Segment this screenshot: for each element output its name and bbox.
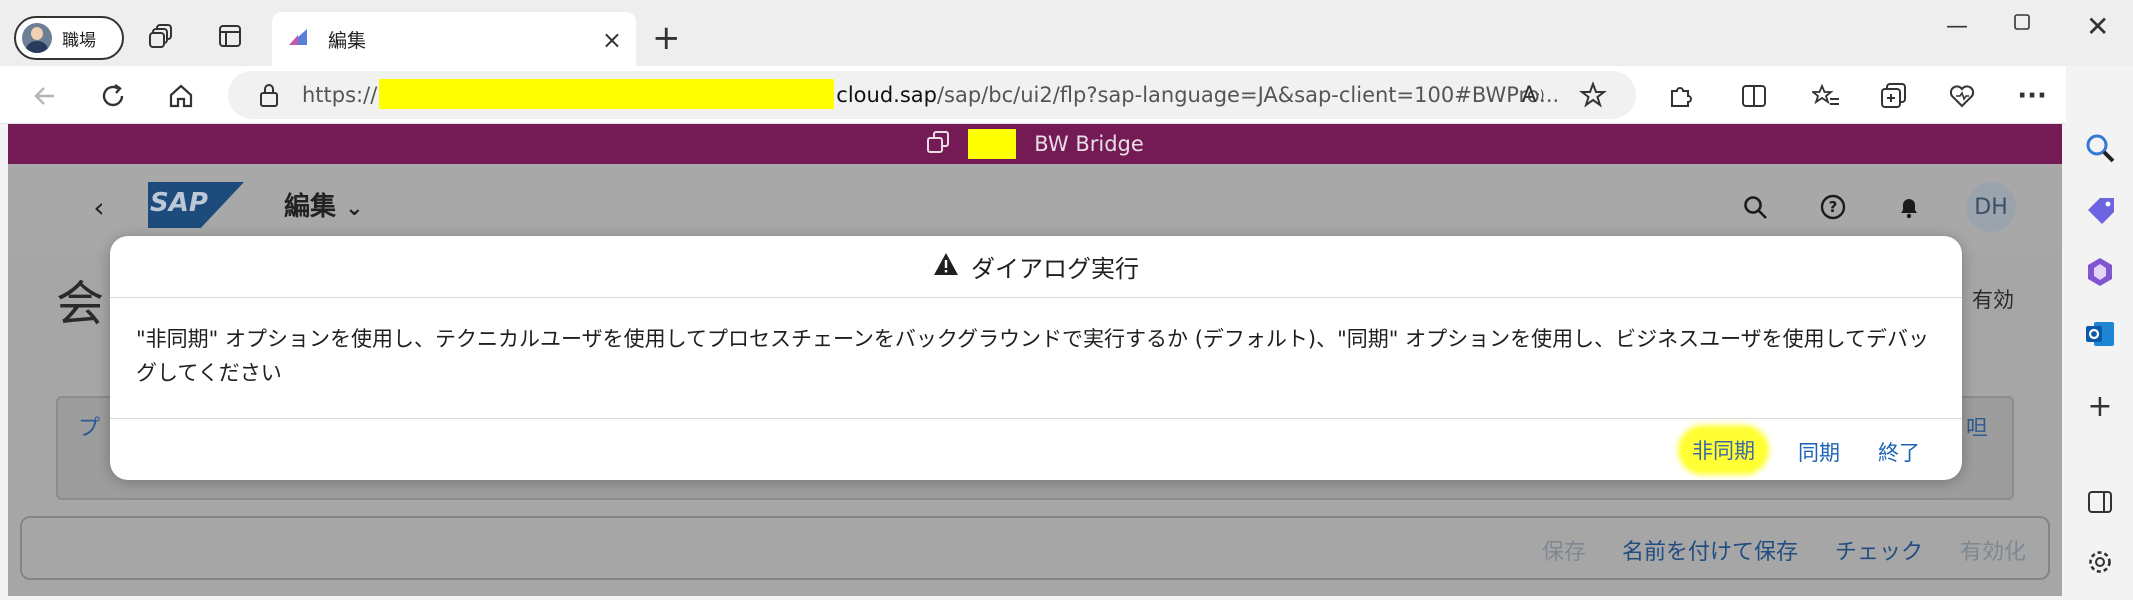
tab-strip: 職場 編集 × + — ✕ — [0, 0, 2133, 66]
split-screen-icon[interactable] — [1740, 82, 1768, 110]
profile-button[interactable]: 職場 — [14, 16, 124, 60]
card-tab-right[interactable]: 呾 — [1966, 410, 1988, 442]
favorites-list-icon[interactable] — [1812, 82, 1840, 110]
add-sidebar-app-icon[interactable]: + — [2084, 389, 2116, 424]
vertical-tabs-icon[interactable] — [216, 22, 244, 50]
copy-icon — [926, 130, 950, 159]
collections-icon[interactable] — [1880, 82, 1908, 110]
url-domain: cloud.sap — [836, 83, 937, 107]
notifications-bell-icon[interactable] — [1894, 192, 1924, 222]
shell-title: 編集 — [284, 192, 337, 222]
card-tab-left[interactable]: プ — [78, 410, 100, 442]
sync-button[interactable]: 同期 — [1798, 437, 1840, 467]
browser-sidebar: + — [2066, 66, 2133, 600]
object-status: 有効 — [1972, 288, 2014, 312]
home-icon[interactable] — [166, 81, 196, 111]
workspaces-icon[interactable] — [148, 22, 176, 50]
url-redaction — [379, 79, 835, 109]
maximize-icon[interactable] — [2012, 12, 2032, 38]
microsoft365-icon[interactable] — [2084, 256, 2116, 288]
outlook-icon[interactable] — [2084, 318, 2116, 350]
lock-icon[interactable] — [254, 80, 284, 110]
object-title: 会 — [56, 276, 105, 332]
browser-essentials-icon[interactable] — [1948, 82, 1976, 110]
system-name-redaction — [968, 129, 1017, 159]
sidebar-toggle-icon[interactable] — [2084, 486, 2116, 518]
user-avatar[interactable]: DH — [1966, 182, 2016, 232]
dialog-title: ダイアログ実行 — [971, 255, 1139, 283]
search-sidebar-icon[interactable] — [2084, 132, 2116, 164]
save-as-button[interactable]: 名前を付けて保存 — [1622, 534, 1798, 566]
dialog-footer: 非同期 同期 終了 — [110, 418, 1962, 480]
close-window-icon[interactable]: ✕ — [2086, 10, 2109, 43]
execute-dialog: ダイアログ実行 "非同期" オプションを使用し、テクニカルユーザを使用してプロセ… — [110, 236, 1962, 480]
close-tab-icon[interactable]: × — [602, 26, 622, 54]
system-banner: BW Bridge — [8, 124, 2062, 164]
url-text: https:// cloud.sap/sap/bc/ui2/flp?sap-lan… — [302, 79, 1560, 109]
save-button[interactable]: 保存 — [1542, 534, 1586, 566]
shopping-tag-icon[interactable] — [2084, 196, 2116, 228]
more-menu-icon[interactable]: ··· — [2017, 81, 2047, 111]
banner-text: BW Bridge — [1034, 132, 1144, 156]
read-aloud-icon[interactable]: A ᐧ) — [1518, 80, 1548, 110]
extensions-icon[interactable] — [1666, 82, 1694, 110]
tab-edit[interactable]: 編集 × — [272, 12, 636, 66]
settings-gear-icon[interactable] — [2084, 546, 2116, 578]
sap-logo[interactable]: SAP — [148, 182, 244, 228]
tab-title: 編集 — [328, 29, 367, 52]
minimize-icon[interactable]: — — [1946, 14, 1968, 39]
dialog-header: ダイアログ実行 — [110, 236, 1962, 298]
url-prefix: https:// — [302, 83, 378, 107]
shell-title-menu[interactable]: 編集 ⌄ — [284, 186, 364, 223]
activate-button[interactable]: 有効化 — [1960, 534, 2026, 566]
help-icon[interactable]: ? — [1818, 192, 1848, 222]
favorite-star-icon[interactable] — [1578, 80, 1608, 110]
chevron-down-icon: ⌄ — [345, 196, 364, 221]
sap-tab-icon — [286, 25, 310, 54]
dialog-message: "非同期" オプションを使用し、テクニカルユーザを使用してプロセスチェーンをバッ… — [136, 327, 1930, 385]
url-bar[interactable]: https:// cloud.sap/sap/bc/ui2/flp?sap-lan… — [228, 71, 1636, 119]
url-path: /sap/bc/ui2/flp?sap-language=JA&sap-clie… — [936, 83, 1560, 107]
back-icon[interactable] — [30, 81, 60, 111]
async-button[interactable]: 非同期 — [1682, 429, 1765, 471]
profile-label: 職場 — [62, 30, 96, 51]
search-icon[interactable] — [1740, 192, 1770, 222]
warning-icon — [933, 252, 959, 282]
check-button[interactable]: チェック — [1835, 534, 1923, 566]
profile-avatar — [22, 23, 52, 53]
new-tab-icon[interactable]: + — [652, 18, 681, 58]
nav-back-icon[interactable]: ‹ — [84, 191, 114, 224]
refresh-icon[interactable] — [98, 81, 128, 111]
close-dialog-button[interactable]: 終了 — [1878, 437, 1920, 467]
address-toolbar: https:// cloud.sap/sap/bc/ui2/flp?sap-lan… — [0, 66, 2133, 124]
svg-text:?: ? — [1829, 198, 1838, 216]
